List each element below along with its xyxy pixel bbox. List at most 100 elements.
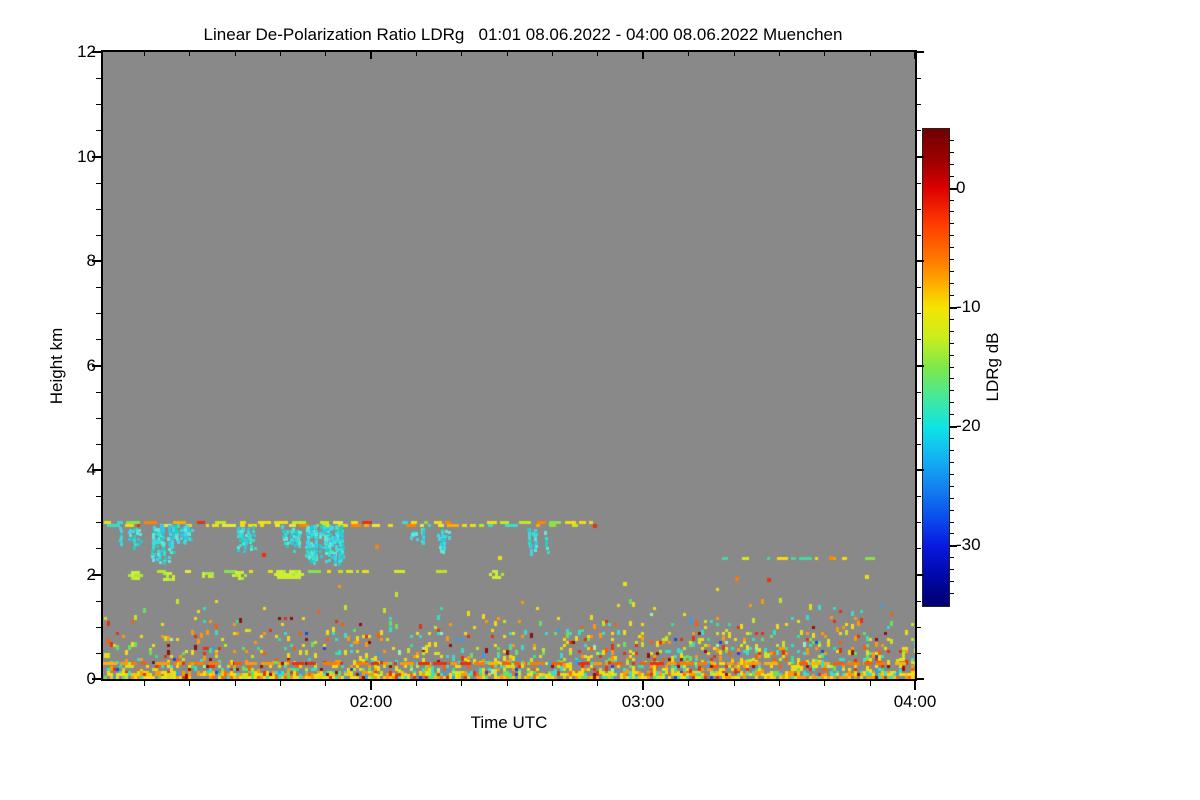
x-axis-top-minor-tick bbox=[416, 52, 417, 56]
y-tick-label: 12 bbox=[77, 42, 96, 61]
y-axis-right-minor-tick bbox=[917, 522, 921, 523]
y-tick-label: 4 bbox=[86, 460, 96, 479]
y-axis-minor-tick bbox=[96, 130, 101, 131]
colorbar-minor-tick bbox=[950, 581, 954, 582]
y-axis-right-minor-tick bbox=[917, 653, 921, 654]
x-axis-top-minor-tick bbox=[461, 52, 462, 56]
x-axis-minor-tick bbox=[688, 681, 689, 686]
x-axis-minor-tick bbox=[824, 681, 825, 686]
x-axis-top-minor-tick bbox=[552, 52, 553, 56]
y-tick-label: 6 bbox=[86, 356, 96, 375]
colorbar-minor-tick bbox=[950, 211, 954, 212]
y-axis-minor-tick bbox=[96, 287, 101, 288]
colorbar-minor-tick bbox=[950, 271, 954, 272]
y-axis-minor-tick bbox=[96, 104, 101, 105]
x-axis-top-tick bbox=[914, 52, 916, 59]
colorbar-minor-tick bbox=[950, 140, 954, 141]
colorbar-minor-tick bbox=[950, 533, 954, 534]
colorbar-minor-tick bbox=[950, 319, 954, 320]
y-axis-right-tick bbox=[917, 156, 924, 158]
colorbar-minor-tick bbox=[950, 331, 954, 332]
colorbar-minor-tick bbox=[950, 343, 954, 344]
y-tick-label: 8 bbox=[86, 251, 96, 270]
y-axis-minor-tick bbox=[96, 235, 101, 236]
x-axis-label: Time UTC bbox=[470, 713, 548, 732]
x-axis-top-minor-tick bbox=[779, 52, 780, 56]
x-axis-top-minor-tick bbox=[688, 52, 689, 56]
y-axis-minor-tick bbox=[96, 313, 101, 314]
colorbar-minor-tick bbox=[950, 569, 954, 570]
colorbar-tick-label: -30 bbox=[956, 535, 981, 554]
x-axis-minor-tick bbox=[416, 681, 417, 686]
y-axis-right-minor-tick bbox=[917, 601, 921, 602]
y-axis-right-minor-tick bbox=[917, 313, 921, 314]
y-axis-minor-tick bbox=[96, 418, 101, 419]
y-axis-minor-tick bbox=[96, 627, 101, 628]
x-axis-major-tick bbox=[914, 681, 916, 690]
y-axis-minor-tick bbox=[96, 548, 101, 549]
colorbar-minor-tick bbox=[950, 259, 954, 260]
colorbar-minor-tick bbox=[950, 152, 954, 153]
x-axis-top-minor-tick bbox=[507, 52, 508, 56]
colorbar-tick-label: -10 bbox=[956, 297, 981, 316]
y-axis-right-minor-tick bbox=[917, 130, 921, 131]
heatmap-canvas bbox=[103, 52, 915, 679]
colorbar-minor-tick bbox=[950, 223, 954, 224]
y-tick-label: 0 bbox=[86, 669, 96, 688]
y-axis-right-tick bbox=[917, 260, 924, 262]
y-axis-right-tick bbox=[917, 678, 924, 680]
colorbar-minor-tick bbox=[950, 176, 954, 177]
x-axis-top-minor-tick bbox=[144, 52, 145, 56]
colorbar-minor-tick bbox=[950, 557, 954, 558]
x-axis-minor-tick bbox=[461, 681, 462, 686]
colorbar-minor-tick bbox=[950, 486, 954, 487]
y-axis-minor-tick bbox=[96, 653, 101, 654]
x-axis-top-minor-tick bbox=[870, 52, 871, 56]
y-axis-right-tick bbox=[917, 51, 924, 53]
y-axis-minor-tick bbox=[96, 209, 101, 210]
y-axis-right-minor-tick bbox=[917, 339, 921, 340]
y-axis-right-minor-tick bbox=[917, 235, 921, 236]
x-axis-top-minor-tick bbox=[597, 52, 598, 56]
x-axis-minor-tick bbox=[870, 681, 871, 686]
colorbar bbox=[922, 128, 950, 607]
colorbar-minor-tick bbox=[950, 474, 954, 475]
y-axis-right-tick bbox=[917, 469, 924, 471]
colorbar-minor-tick bbox=[950, 438, 954, 439]
y-axis-right-tick bbox=[917, 574, 924, 576]
colorbar-minor-tick bbox=[950, 378, 954, 379]
x-axis-top-minor-tick bbox=[235, 52, 236, 56]
x-tick-label: 02:00 bbox=[349, 692, 393, 711]
y-axis-minor-tick bbox=[96, 183, 101, 184]
colorbar-minor-tick bbox=[950, 510, 954, 511]
y-axis-right-minor-tick bbox=[917, 548, 921, 549]
colorbar-minor-tick bbox=[950, 522, 954, 523]
y-axis-right-minor-tick bbox=[917, 78, 921, 79]
x-axis-minor-tick bbox=[280, 681, 281, 686]
colorbar-minor-tick bbox=[950, 247, 954, 248]
x-axis-top-minor-tick bbox=[280, 52, 281, 56]
y-axis-right-minor-tick bbox=[917, 444, 921, 445]
x-axis-minor-tick bbox=[235, 681, 236, 686]
x-axis-major-tick bbox=[642, 681, 644, 690]
colorbar-tick-label: -20 bbox=[956, 416, 981, 435]
x-axis-minor-tick bbox=[507, 681, 508, 686]
colorbar-minor-tick bbox=[950, 200, 954, 201]
y-axis-minor-tick bbox=[96, 339, 101, 340]
x-axis-minor-tick bbox=[552, 681, 553, 686]
colorbar-minor-tick bbox=[950, 355, 954, 356]
colorbar-minor-tick bbox=[950, 498, 954, 499]
colorbar-minor-tick bbox=[950, 402, 954, 403]
colorbar-minor-tick bbox=[950, 295, 954, 296]
y-axis-right-minor-tick bbox=[917, 496, 921, 497]
x-axis-top-minor-tick bbox=[734, 52, 735, 56]
y-axis-minor-tick bbox=[96, 78, 101, 79]
y-axis-minor-tick bbox=[96, 522, 101, 523]
colorbar-minor-tick bbox=[950, 367, 954, 368]
chart-title: Linear De-Polarization Ratio LDRg 01:01 … bbox=[203, 25, 843, 44]
x-axis-major-tick bbox=[370, 681, 372, 690]
y-axis-right-minor-tick bbox=[917, 209, 921, 210]
ldr-quicklook-figure: Linear De-Polarization Ratio LDRg 01:01 … bbox=[0, 0, 1200, 800]
colorbar-minor-tick bbox=[950, 164, 954, 165]
y-axis-minor-tick bbox=[96, 444, 101, 445]
